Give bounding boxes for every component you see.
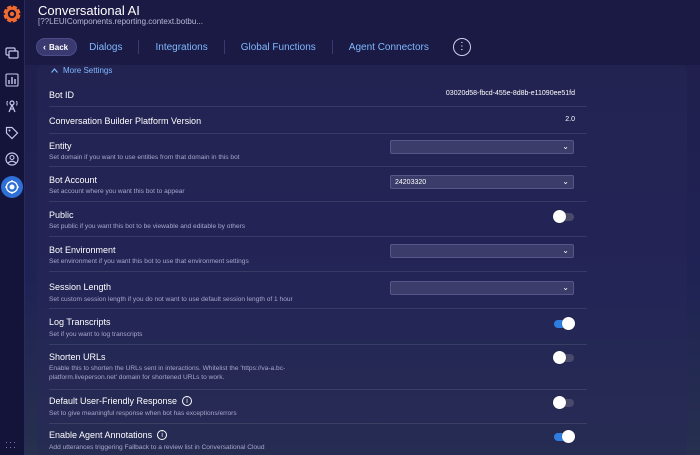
tab-dialogs[interactable]: Dialogs [77, 39, 138, 55]
tab-integrations[interactable]: Integrations [139, 39, 223, 55]
setting-description: Set public if you want this bot to be vi… [49, 223, 246, 230]
chevron-up-icon [51, 66, 58, 75]
tab-global-functions[interactable]: Global Functions [225, 39, 332, 55]
apps-grid-icon[interactable]: ··· ··· [5, 438, 19, 452]
log-transcripts-toggle[interactable] [554, 317, 575, 330]
chevron-down-icon: ⌄ [562, 142, 569, 151]
setting-session-length: Session Length Set custom session length… [49, 271, 587, 309]
setting-agent-annotations: Enable Agent Annotations i Add utterance… [49, 423, 587, 455]
setting-description: Set account where you want this bot to a… [49, 188, 185, 195]
bot-settings-area: More Settings Bot ID 03020d58-fbcd-455e-… [25, 65, 700, 455]
setting-label: Default User-Friendly Response i [49, 396, 193, 406]
setting-description: Set if you want to log transcripts [49, 331, 143, 338]
setting-entity: Entity Set domain if you want to use ent… [49, 133, 587, 167]
user-icon[interactable] [4, 151, 20, 167]
bot-context-subtitle: [??LEUIComponents.reporting.context.botb… [38, 17, 203, 26]
setting-bot-id: Bot ID 03020d58-fbcd-455e-8d8b-e11090ee5… [49, 77, 587, 107]
session-length-select[interactable]: ⌄ [390, 281, 574, 295]
setting-label: Log Transcripts [49, 317, 111, 327]
entity-select[interactable]: ⌄ [390, 140, 574, 154]
setting-description: Set domain if you want to use entities f… [49, 154, 240, 161]
setting-label: Conversation Builder Platform Version [49, 116, 202, 126]
info-icon[interactable]: i [157, 430, 168, 440]
setting-description: Set to give meaningful response when bot… [49, 410, 237, 417]
setting-description-line-2: platform.liveperson.net' domain for shor… [49, 374, 225, 381]
back-button[interactable]: ‹ Back [36, 38, 78, 56]
setting-label: Bot ID [49, 90, 75, 100]
setting-label: Bot Account [49, 175, 98, 185]
setting-label: Entity [49, 141, 72, 151]
bot-builder-icon[interactable] [1, 176, 23, 198]
left-rail: ··· ··· [0, 0, 25, 455]
antenna-icon[interactable] [4, 98, 20, 114]
toggle-knob [562, 430, 575, 443]
setting-label: Bot Environment [49, 245, 116, 255]
default-response-toggle[interactable] [553, 396, 574, 409]
setting-bot-environment: Bot Environment Set environment if you w… [49, 236, 587, 272]
chat-icon[interactable] [4, 45, 20, 61]
bot-account-select[interactable]: 24203320 ⌄ [390, 175, 574, 189]
analytics-icon[interactable] [4, 72, 20, 88]
toggle-knob [553, 351, 566, 364]
setting-platform-version: Conversation Builder Platform Version 2.… [49, 106, 587, 134]
more-settings-label: More Settings [63, 66, 113, 75]
info-icon[interactable]: i [182, 396, 193, 406]
setting-label: Shorten URLs [49, 352, 106, 362]
setting-description-line-1: Enable this to shorten the URLs sent in … [49, 365, 286, 372]
toggle-knob [553, 396, 566, 409]
chevron-down-icon: ⌄ [562, 283, 569, 292]
settings-panel: More Settings Bot ID 03020d58-fbcd-455e-… [37, 65, 687, 455]
setting-label: Enable Agent Annotations i [49, 430, 168, 440]
chevron-down-icon: ⌄ [562, 246, 569, 255]
toggle-knob [553, 210, 566, 223]
bot-id-value: 03020d58-fbcd-455e-8d8b-e11090ee51fd [445, 90, 575, 97]
chevron-left-icon: ‹ [43, 42, 46, 52]
more-options-icon[interactable]: ⋮ [452, 38, 471, 56]
setting-label: Public [49, 210, 74, 220]
setting-log-transcripts: Log Transcripts Set if you want to log t… [49, 308, 587, 345]
tab-agent-connectors[interactable]: Agent Connectors [333, 39, 445, 55]
agent-annotations-toggle[interactable] [554, 430, 575, 443]
app-header: Conversational AI [??LEUIComponents.repo… [25, 0, 700, 65]
platform-version-value: 2.0 [565, 116, 575, 123]
setting-description: Add utterances triggering Fallback to a … [49, 444, 265, 451]
setting-label-text: Default User-Friendly Response [49, 396, 178, 406]
shorten-urls-toggle[interactable] [553, 351, 574, 364]
chevron-down-icon: ⌄ [562, 177, 569, 186]
setting-description: Set custom session length if you do not … [49, 296, 293, 303]
bot-environment-select[interactable]: ⌄ [390, 244, 574, 258]
setting-bot-account: Bot Account Set account where you want t… [49, 166, 587, 202]
conversational-ai-logo[interactable] [2, 4, 22, 24]
setting-public: Public Set public if you want this bot t… [49, 201, 587, 237]
bot-nav: ‹ Back Dialogs Integrations Global Funct… [36, 38, 471, 56]
setting-default-response: Default User-Friendly Response i Set to … [49, 389, 587, 424]
setting-label: Session Length [49, 282, 112, 292]
public-toggle[interactable] [553, 210, 574, 223]
toggle-knob [562, 317, 575, 330]
tag-icon[interactable] [4, 125, 20, 141]
back-button-label: Back [49, 42, 69, 52]
bot-account-select-value: 24203320 [395, 178, 427, 186]
setting-description: Set environment if you want this bot to … [49, 258, 249, 265]
more-settings-toggle[interactable]: More Settings [51, 66, 112, 75]
setting-label-text: Enable Agent Annotations [49, 430, 153, 440]
setting-shorten-urls: Shorten URLs Enable this to shorten the … [49, 344, 587, 390]
app-title: Conversational AI [38, 3, 140, 18]
